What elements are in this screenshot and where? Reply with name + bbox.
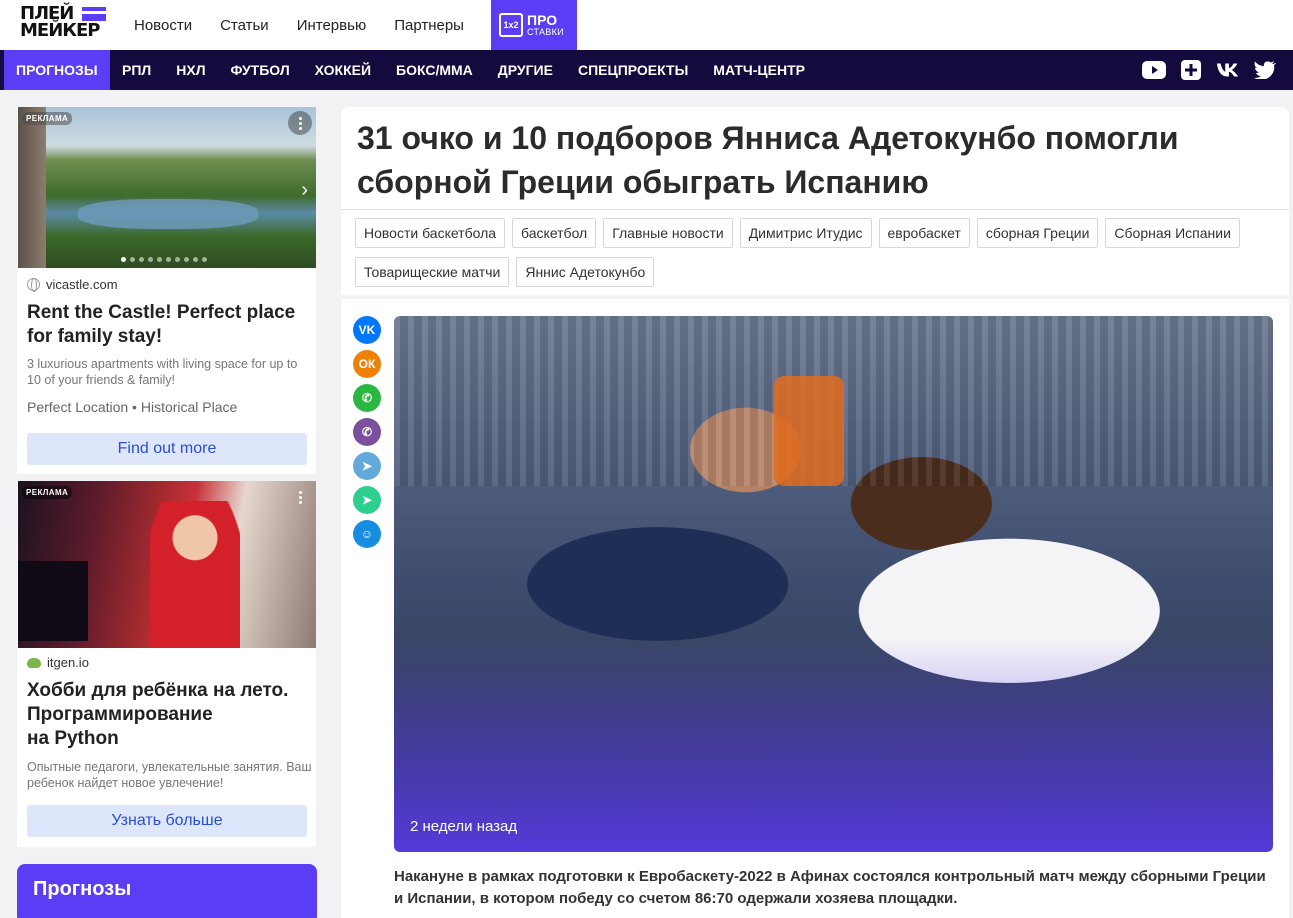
orange-vest-figure bbox=[774, 376, 844, 486]
main-nav: ПРОГНОЗЫ РПЛ НХЛ ФУТБОЛ ХОККЕЙ БОКС/ММА … bbox=[0, 50, 1293, 90]
nav-prognozy[interactable]: ПРОГНОЗЫ bbox=[4, 50, 110, 90]
logo-text-bottom: МЕЙКЕР bbox=[20, 20, 100, 41]
itgen-logo-icon bbox=[27, 657, 41, 668]
divider bbox=[341, 209, 1289, 210]
globe-icon bbox=[27, 278, 40, 292]
nav-rpl[interactable]: РПЛ bbox=[110, 50, 164, 90]
twitter-icon[interactable] bbox=[1253, 58, 1277, 82]
ad-image-castle[interactable]: РЕКЛАМА › bbox=[18, 107, 316, 268]
article-body-card: VK ОК ✆ ✆ ➤ ➤ ☺ 2 недели назад Накануне … bbox=[341, 299, 1289, 918]
nav-hockey[interactable]: ХОККЕЙ bbox=[302, 50, 383, 90]
tag-link[interactable]: Товарищеские матчи bbox=[355, 257, 510, 287]
article-tags: Новости баскетбола баскетбол Главные нов… bbox=[355, 218, 1275, 287]
child-illustration bbox=[150, 501, 240, 648]
tag-link[interactable]: Сборная Испании bbox=[1105, 218, 1240, 248]
tag-link[interactable]: сборная Греции bbox=[976, 218, 1099, 248]
article-headline: 31 очко и 10 подборов Янниса Адетокунбо … bbox=[357, 120, 1179, 200]
nav-match-center[interactable]: МАТЧ-ЦЕНТР bbox=[701, 50, 818, 90]
pro-stavki-button[interactable]: 1x2 ПРО СТАВКИ bbox=[491, 0, 577, 50]
odnoklassniki-share-icon[interactable]: ОК bbox=[353, 350, 381, 378]
top-header: ПЛЕЙ МЕЙКЕР Новости Статьи Интервью Парт… bbox=[0, 0, 1293, 50]
learn-more-button[interactable]: Узнать больше bbox=[27, 805, 307, 837]
publish-time: 2 недели назад bbox=[410, 818, 518, 835]
find-out-more-button[interactable]: Find out more bbox=[27, 433, 307, 465]
predictions-title: Прогнозы bbox=[33, 878, 132, 900]
nav-football[interactable]: ФУТБОЛ bbox=[218, 50, 302, 90]
tag-link[interactable]: баскетбол bbox=[512, 218, 597, 248]
youtube-icon[interactable] bbox=[1142, 58, 1166, 82]
ad-site[interactable]: vicastle.com bbox=[27, 277, 118, 292]
plus-box-icon[interactable] bbox=[1179, 58, 1203, 82]
top-nav-interviews[interactable]: Интервью bbox=[297, 17, 367, 34]
messenger-share-icon[interactable]: ➤ bbox=[353, 486, 381, 514]
castle-wall-illustration bbox=[18, 107, 46, 268]
moimir-share-icon[interactable]: ☺ bbox=[353, 520, 381, 548]
article-header-card: 31 очко и 10 подборов Янниса Адетокунбо … bbox=[341, 107, 1289, 295]
ad-label: РЕКЛАМА bbox=[22, 112, 73, 125]
telegram-share-icon[interactable]: ➤ bbox=[353, 452, 381, 480]
pond-illustration bbox=[78, 199, 258, 229]
logo-flag-icon bbox=[82, 7, 106, 21]
ad-text: Опытные педагоги, увлекательные занятия.… bbox=[27, 760, 312, 790]
predictions-block[interactable]: Прогнозы bbox=[17, 864, 317, 918]
more-options-icon[interactable] bbox=[288, 485, 312, 509]
carousel-dots bbox=[121, 257, 207, 262]
laptop-illustration bbox=[18, 561, 88, 641]
article-lead: Накануне в рамках подготовки к Евробаске… bbox=[394, 868, 1266, 907]
ad-title-line: Программирование bbox=[27, 704, 213, 725]
nav-special-projects[interactable]: СПЕЦПРОЕКТЫ bbox=[565, 50, 700, 90]
tag-link[interactable]: Новости баскетбола bbox=[355, 218, 506, 248]
nav-other[interactable]: ДРУГИЕ bbox=[485, 50, 565, 90]
nav-boxing-mma[interactable]: БОКС/ММА bbox=[384, 50, 486, 90]
stavki-label: СТАВКИ bbox=[527, 27, 564, 37]
share-buttons: VK ОК ✆ ✆ ➤ ➤ ☺ bbox=[353, 316, 381, 548]
top-nav-partners[interactable]: Партнеры bbox=[394, 17, 464, 34]
vk-share-icon[interactable]: VK bbox=[353, 316, 381, 344]
top-nav-news[interactable]: Новости bbox=[134, 17, 192, 34]
ad-site-domain: vicastle.com bbox=[46, 277, 118, 292]
more-options-icon[interactable] bbox=[288, 111, 312, 135]
whatsapp-share-icon[interactable]: ✆ bbox=[353, 384, 381, 412]
top-nav-articles[interactable]: Статьи bbox=[220, 17, 269, 34]
pro-stavki-label: ПРО СТАВКИ bbox=[527, 13, 564, 37]
viber-share-icon[interactable]: ✆ bbox=[353, 418, 381, 446]
nav-nhl[interactable]: НХЛ bbox=[164, 50, 218, 90]
ad-site-domain: itgen.io bbox=[47, 655, 89, 670]
top-nav: Новости Статьи Интервью Партнеры bbox=[134, 0, 464, 50]
ad-title-line: на Python bbox=[27, 728, 119, 749]
odds-icon: 1x2 bbox=[499, 13, 523, 37]
tag-link[interactable]: Главные новости bbox=[603, 218, 733, 248]
ad-card-castle[interactable]: РЕКЛАМА › vicastle.com Rent the Castle! … bbox=[17, 107, 316, 474]
ad-tags: Perfect Location • Historical Place bbox=[27, 399, 238, 415]
ad-title-line: Хобби для ребёнка на лето. bbox=[27, 680, 289, 701]
article-photo[interactable]: 2 недели назад bbox=[394, 316, 1273, 852]
vk-icon[interactable] bbox=[1216, 58, 1240, 82]
ad-label: РЕКЛАМА bbox=[22, 486, 73, 499]
ad-site[interactable]: itgen.io bbox=[27, 655, 89, 670]
site-logo[interactable]: ПЛЕЙ МЕЙКЕР bbox=[20, 5, 110, 45]
pro-label: ПРО bbox=[527, 12, 558, 28]
chevron-right-icon[interactable]: › bbox=[301, 179, 308, 202]
tag-link[interactable]: Яннис Адетокунбо bbox=[516, 257, 655, 287]
tag-link[interactable]: Димитрис Итудис bbox=[739, 218, 872, 248]
header-social-links bbox=[1142, 50, 1277, 90]
tag-link[interactable]: евробаскет bbox=[878, 218, 970, 248]
ad-title[interactable]: Хобби для ребёнка на лето. Программирова… bbox=[27, 679, 312, 751]
ad-title[interactable]: Rent the Castle! Perfect place for famil… bbox=[27, 301, 312, 349]
ad-card-itgen[interactable]: РЕКЛАМА itgen.io Хобби для ребёнка на ле… bbox=[17, 481, 316, 847]
ad-image-itgen[interactable]: РЕКЛАМА bbox=[18, 481, 316, 648]
ad-text: 3 luxurious apartments with living space… bbox=[27, 357, 298, 387]
